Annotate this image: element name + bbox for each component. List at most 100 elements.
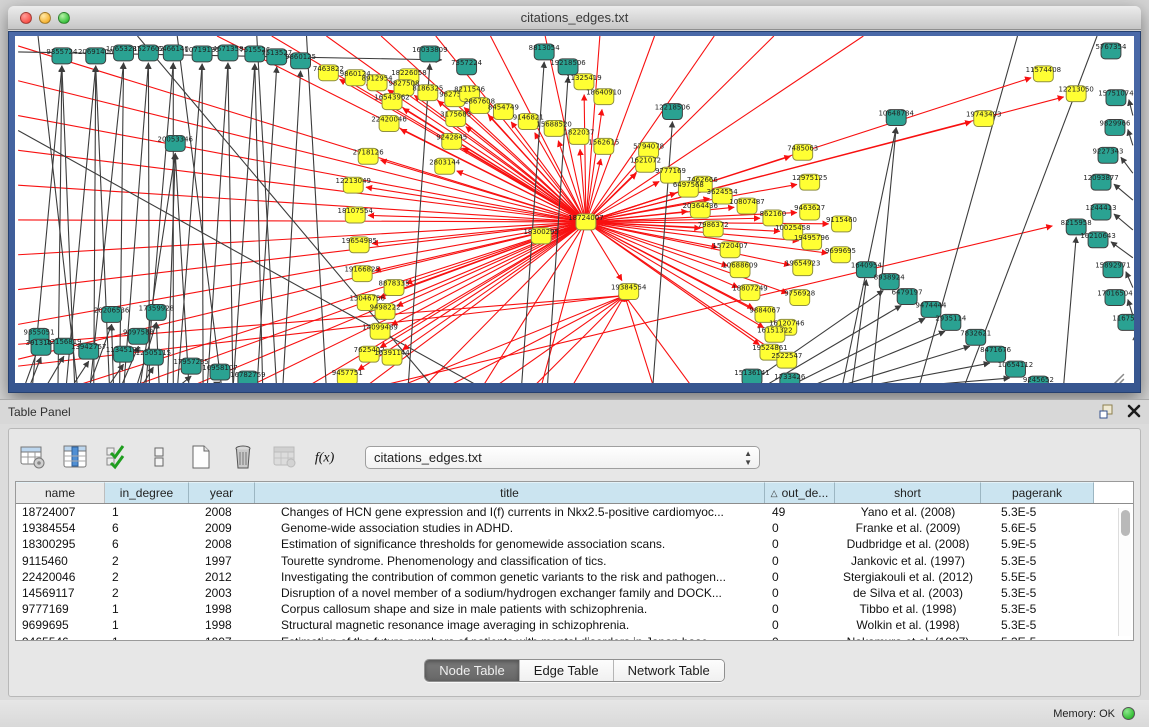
table-cell[interactable]: 2003 — [189, 585, 255, 601]
graph-edge[interactable] — [58, 66, 62, 383]
graph-node-teal[interactable]: 2935114 — [935, 314, 967, 330]
canvas-resize-grip[interactable] — [1112, 374, 1124, 383]
table-cell[interactable]: de Silva et al. (2003) — [835, 585, 981, 601]
table-cell[interactable]: Jankovic et al. (1997) — [835, 553, 981, 569]
table-cell[interactable]: 18300295 — [16, 536, 105, 552]
table-cell[interactable]: 2 — [105, 569, 189, 585]
scrollbar-thumb[interactable] — [1121, 510, 1130, 536]
column-header-name[interactable]: name — [16, 482, 105, 503]
table-cell[interactable]: Investigating the contribution of common… — [255, 569, 765, 585]
table-cell[interactable]: 0 — [765, 520, 835, 536]
graph-edge[interactable] — [1129, 100, 1133, 116]
table-selector-dropdown[interactable]: citations_edges.txt▲▼ — [365, 446, 760, 469]
graph-edge[interactable] — [401, 129, 586, 222]
table-row[interactable]: 1830029562008Estimation of significance … — [16, 536, 1133, 552]
table-cell[interactable]: 0 — [765, 585, 835, 601]
graph-node-teal[interactable]: 9860125 — [285, 53, 316, 69]
graph-node-yellow[interactable]: 16391144 — [374, 349, 410, 365]
table-cell[interactable]: 9777169 — [16, 601, 105, 617]
graph-node-yellow[interactable]: 12213050 — [1058, 86, 1093, 102]
graph-node-yellow[interactable]: 16151322 — [757, 326, 792, 342]
table-cell[interactable]: 5.3E-5 — [981, 504, 1094, 520]
graph-node-teal[interactable]: 15751074 — [1098, 90, 1134, 106]
graph-node-teal[interactable]: 5767354 — [1095, 43, 1127, 59]
graph-node-teal[interactable]: 15892971 — [1095, 262, 1130, 278]
table-cell[interactable]: Dudbridge et al. (2008) — [835, 536, 981, 552]
table-cell[interactable]: 5.5E-5 — [981, 569, 1094, 585]
graph-node-teal[interactable]: 12218506 — [655, 104, 690, 120]
graph-node-yellow[interactable]: 9115460 — [826, 216, 857, 232]
delete-table-icon[interactable] — [229, 443, 257, 471]
table-row[interactable]: 1872400712008Changes of HCN gene express… — [16, 504, 1133, 520]
graph-node-teal[interactable]: 1733426 — [774, 373, 805, 383]
function-builder-icon[interactable]: f(x) — [313, 443, 341, 471]
graph-node-teal[interactable]: 17359928 — [139, 304, 174, 320]
table-cell[interactable]: Yano et al. (2008) — [835, 504, 981, 520]
table-row[interactable]: 1456911722003Disruption of a novel membe… — [16, 585, 1133, 601]
graph-node-yellow[interactable]: 6497568 — [673, 181, 704, 197]
table-cell[interactable]: 2 — [105, 585, 189, 601]
table-cell[interactable]: 14569117 — [16, 585, 105, 601]
graph-edge[interactable] — [827, 346, 970, 383]
graph-edge[interactable] — [521, 62, 544, 383]
network-canvas[interactable]: 1872400718300295193845547463822986012489… — [15, 36, 1134, 383]
table-cell[interactable]: 1 — [105, 504, 189, 520]
graph-node-yellow[interactable]: 18807249 — [732, 285, 767, 301]
table-cell[interactable]: 5.3E-5 — [981, 585, 1094, 601]
table-body[interactable]: 1872400712008Changes of HCN gene express… — [16, 504, 1133, 641]
graph-edge[interactable] — [207, 63, 228, 383]
table-row[interactable]: 977716911998Corpus callosum shape and si… — [16, 601, 1133, 617]
table-cell[interactable]: Estimation of significance thresholds fo… — [255, 536, 765, 552]
graph-node-teal[interactable]: 19218506 — [550, 59, 585, 75]
graph-node-yellow[interactable]: 9463627 — [794, 204, 825, 220]
graph-edge[interactable] — [1128, 300, 1133, 316]
table-cell[interactable]: Wolkin et al. (1998) — [835, 617, 981, 633]
graph-node-yellow[interactable]: 9756928 — [784, 290, 815, 306]
close-icon[interactable] — [1127, 404, 1141, 423]
graph-edge[interactable] — [177, 64, 202, 383]
table-cell[interactable]: Genome-wide association studies in ADHD. — [255, 520, 765, 536]
table-cell[interactable]: 1 — [105, 601, 189, 617]
graph-node-teal[interactable]: 8938924 — [874, 274, 906, 290]
table-cell[interactable]: Tourette syndrome. Phenomenology and cla… — [255, 553, 765, 569]
table-row[interactable]: 969969511998Structural magnetic resonanc… — [16, 617, 1133, 633]
table-cell[interactable]: 2008 — [189, 504, 255, 520]
table-cell[interactable]: Disruption of a novel member of a sodium… — [255, 585, 765, 601]
node-table[interactable]: namein_degreeyeartitle△out_de...shortpag… — [15, 481, 1134, 641]
column-header-title[interactable]: title — [255, 482, 765, 503]
graph-node-yellow[interactable]: 20364436 — [683, 202, 718, 218]
table-cell[interactable]: 0 — [765, 569, 835, 585]
table-cell[interactable]: 18724007 — [16, 504, 105, 520]
graph-node-yellow[interactable]: 11574408 — [1026, 66, 1061, 82]
graph-node-yellow[interactable]: 9699695 — [825, 247, 856, 263]
table-cell[interactable]: 9465546 — [16, 634, 105, 642]
graph-edge[interactable] — [1114, 214, 1133, 230]
table-cell[interactable]: 0 — [765, 536, 835, 552]
graph-edge[interactable] — [846, 363, 989, 383]
table-cell[interactable]: Corpus callosum shape and size in male p… — [255, 601, 765, 617]
graph-edge[interactable] — [257, 36, 277, 383]
table-cell[interactable]: 19384554 — [16, 520, 105, 536]
graph-edge[interactable] — [1111, 242, 1133, 258]
graph-edge[interactable] — [66, 66, 96, 383]
column-header-out-de-[interactable]: △out_de... — [765, 482, 835, 503]
new-table-icon[interactable] — [187, 443, 215, 471]
table-cell[interactable]: 5.3E-5 — [981, 553, 1094, 569]
graph-edge[interactable] — [408, 64, 430, 383]
table-cell[interactable]: Estimation of the future numbers of pati… — [255, 634, 765, 642]
tab-edge-table[interactable]: Edge Table — [520, 660, 614, 681]
table-cell[interactable]: 2012 — [189, 569, 255, 585]
graph-edge[interactable] — [625, 296, 695, 383]
graph-edge[interactable] — [18, 220, 586, 222]
graph-node-yellow[interactable]: 8878335 — [379, 280, 410, 296]
table-cell[interactable]: 1997 — [189, 553, 255, 569]
import-table-icon[interactable] — [271, 443, 299, 471]
table-settings-icon[interactable] — [19, 443, 47, 471]
graph-edge[interactable] — [1128, 129, 1133, 145]
tab-network-table[interactable]: Network Table — [614, 660, 724, 681]
table-cell[interactable]: Tibbo et al. (1998) — [835, 601, 981, 617]
network-graph[interactable]: 1872400718300295193845547463822986012489… — [15, 36, 1134, 383]
table-cell[interactable]: 1998 — [189, 617, 255, 633]
graph-edge[interactable] — [18, 81, 586, 222]
graph-edge[interactable] — [625, 296, 655, 383]
